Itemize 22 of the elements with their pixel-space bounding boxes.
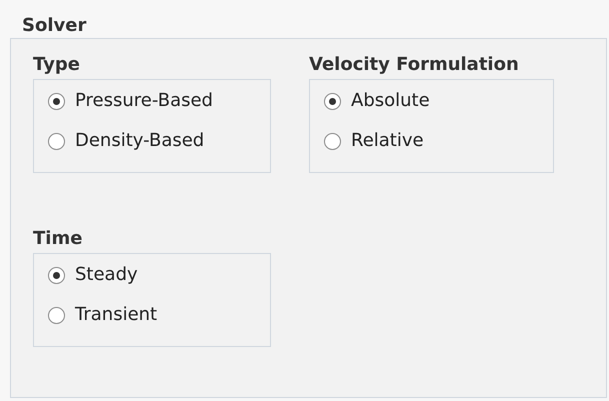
radio-button[interactable] [324, 132, 341, 150]
option-label: Density-Based [75, 129, 204, 153]
option-label: Absolute [351, 89, 430, 113]
radio-button[interactable] [48, 92, 65, 110]
radio-button[interactable] [324, 92, 341, 110]
radio-button[interactable] [48, 266, 65, 284]
option-label: Relative [351, 129, 424, 153]
option-label: Steady [75, 263, 138, 287]
panel-title: Solver [22, 14, 88, 38]
group-title: Type [33, 53, 81, 77]
radio-option[interactable]: Transient [48, 302, 260, 328]
radio-option[interactable]: Steady [48, 262, 260, 288]
radio-option[interactable]: Relative [324, 128, 543, 154]
option-label: Transient [75, 303, 158, 327]
option-label: Pressure-Based [75, 89, 213, 113]
radio-button[interactable] [48, 132, 65, 150]
radio-option[interactable]: Absolute [324, 88, 543, 114]
radio-option[interactable]: Pressure-Based [48, 88, 260, 114]
radio-button[interactable] [48, 306, 65, 324]
group-title: Velocity Formulation [309, 53, 520, 77]
group-title: Time [33, 227, 84, 251]
radio-option[interactable]: Density-Based [48, 128, 260, 154]
